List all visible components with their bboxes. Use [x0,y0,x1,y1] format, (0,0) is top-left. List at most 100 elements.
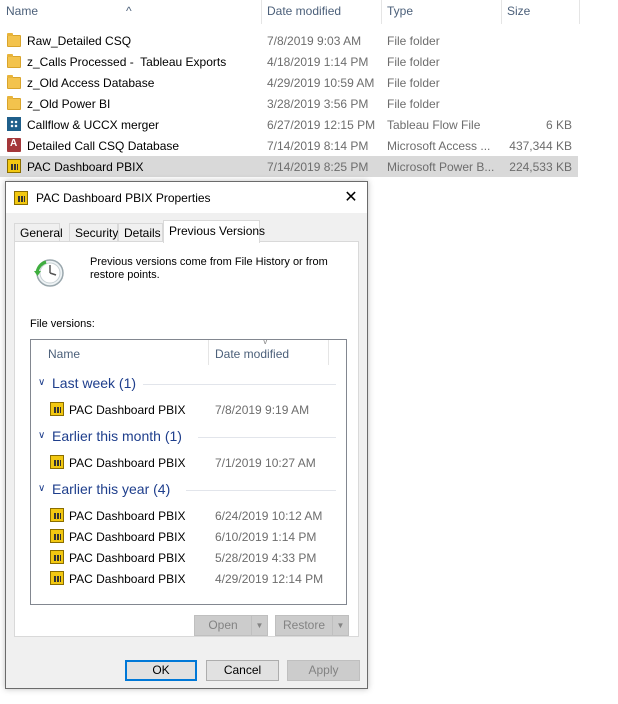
group-label: Earlier this month (1) [52,428,182,444]
version-row[interactable]: PAC Dashboard PBIX 6/10/2019 1:14 PM [31,526,346,547]
tab-security[interactable]: Security [69,223,118,242]
file-type: File folder [387,34,440,48]
file-size: 224,533 KB [509,160,572,174]
version-date: 4/29/2019 12:14 PM [215,572,324,586]
version-group[interactable]: ∨ Last week (1) [31,373,346,395]
folder-icon [7,33,21,47]
power-bi-icon [50,508,64,522]
version-name: PAC Dashboard PBIX [69,530,186,544]
tab-previous-versions[interactable]: Previous Versions [163,220,265,243]
file-size: 437,344 KB [509,139,572,153]
power-bi-icon [7,159,21,173]
file-row[interactable]: Callflow & UCCX merger 6/27/2019 12:15 P… [0,114,578,135]
ok-button[interactable]: OK [125,660,197,681]
dialog-title: PAC Dashboard PBIX Properties [36,191,211,205]
column-size-header[interactable]: Size [507,4,530,18]
previous-versions-panel: Previous versions come from File History… [14,241,359,637]
chevron-down-icon[interactable]: ∨ [38,377,45,388]
column-divider[interactable] [501,0,502,24]
version-row[interactable]: PAC Dashboard PBIX 5/28/2019 4:33 PM [31,547,346,568]
version-row[interactable]: PAC Dashboard PBIX 7/8/2019 9:19 AM [31,399,346,420]
file-name: z_Old Power BI [27,97,111,111]
group-divider [186,490,336,491]
file-row[interactable]: z_Old Power BI 3/28/2019 3:56 PM File fo… [0,93,578,114]
file-date: 7/8/2019 9:03 AM [267,34,362,48]
tableau-flow-icon [7,117,21,131]
dialog-title-bar[interactable]: PAC Dashboard PBIX Properties ✕ [6,182,367,213]
file-row[interactable]: z_Old Access Database 4/29/2019 10:59 AM… [0,72,578,93]
dropdown-arrow-icon[interactable]: ▼ [332,616,348,635]
column-date-header[interactable]: Date modified [267,4,341,18]
group-divider [198,437,336,438]
version-row[interactable]: PAC Dashboard PBIX 6/24/2019 10:12 AM [31,505,346,526]
intro-text: Previous versions come from File History… [90,256,328,281]
column-divider[interactable] [261,0,262,24]
version-name: PAC Dashboard PBIX [69,509,186,523]
version-group[interactable]: ∨ Earlier this month (1) [31,426,346,448]
file-date: 7/14/2019 8:14 PM [267,139,369,153]
folder-icon [7,54,21,68]
file-type: Tableau Flow File [387,118,481,132]
group-divider [143,384,336,385]
column-name-header[interactable]: Name [6,4,38,18]
file-date: 6/27/2019 12:15 PM [267,118,376,132]
power-bi-icon [50,550,64,564]
version-name: PAC Dashboard PBIX [69,551,186,565]
sort-caret-icon: ^ [126,4,132,18]
version-row[interactable]: PAC Dashboard PBIX 7/1/2019 10:27 AM [31,452,346,473]
cancel-button[interactable]: Cancel [206,660,279,681]
file-row-selected[interactable]: PAC Dashboard PBIX 7/14/2019 8:25 PM Mic… [0,156,578,177]
open-button[interactable]: Open ▼ [194,615,268,636]
file-date: 3/28/2019 3:56 PM [267,97,369,111]
tab-general[interactable]: General [14,223,63,242]
power-bi-icon [50,402,64,416]
file-type: File folder [387,76,440,90]
file-size: 6 KB [545,118,572,132]
versions-list[interactable]: Name v Date modified ∨ Last week (1) PAC… [30,339,347,605]
version-date: 6/10/2019 1:14 PM [215,530,317,544]
group-label: Last week (1) [52,375,137,391]
file-name: Detailed Call CSQ Database [27,139,180,153]
versions-date-header[interactable]: Date modified [215,347,289,361]
version-date: 6/24/2019 10:12 AM [215,509,323,523]
file-row[interactable]: Raw_Detailed CSQ 7/8/2019 9:03 AM File f… [0,30,578,51]
file-row[interactable]: z_Calls Processed - Tableau Exports 4/18… [0,51,578,72]
power-bi-icon [14,191,28,205]
version-group[interactable]: ∨ Earlier this year (4) [31,479,346,501]
power-bi-icon [50,571,64,585]
power-bi-icon [50,455,64,469]
file-type: File folder [387,55,440,69]
file-versions-label: File versions: [30,318,95,330]
file-name: PAC Dashboard PBIX [27,160,144,174]
file-date: 4/29/2019 10:59 AM [267,76,375,90]
dropdown-arrow-icon[interactable]: ▼ [251,616,267,635]
column-header: ^ Name Date modified Type Size [0,0,580,24]
column-divider[interactable] [381,0,382,24]
version-row[interactable]: PAC Dashboard PBIX 4/29/2019 12:14 PM [31,568,346,589]
restore-button[interactable]: Restore ▼ [275,615,349,636]
apply-button[interactable]: Apply [287,660,360,681]
open-button-label: Open [208,618,238,632]
file-row[interactable]: Detailed Call CSQ Database 7/14/2019 8:1… [0,135,578,156]
file-name: Callflow & UCCX merger [27,118,160,132]
file-name: z_Calls Processed - Tableau Exports [27,55,227,69]
chevron-down-icon[interactable]: ∨ [38,430,45,441]
folder-icon [7,75,21,89]
close-icon[interactable]: ✕ [335,182,367,213]
power-bi-icon [50,529,64,543]
properties-dialog: PAC Dashboard PBIX Properties ✕ General … [5,181,368,689]
chevron-down-icon[interactable]: ∨ [38,483,45,494]
column-divider[interactable] [328,340,329,365]
version-name: PAC Dashboard PBIX [69,403,186,417]
file-date: 4/18/2019 1:14 PM [267,55,369,69]
file-type: Microsoft Power B... [387,160,495,174]
version-date: 7/1/2019 10:27 AM [215,456,316,470]
column-divider[interactable] [208,340,209,365]
tab-details[interactable]: Details [118,223,163,242]
file-date: 7/14/2019 8:25 PM [267,160,369,174]
column-divider[interactable] [579,0,580,24]
restore-button-label: Restore [282,618,326,632]
version-name: PAC Dashboard PBIX [69,456,186,470]
versions-name-header[interactable]: Name [48,347,80,361]
column-type-header[interactable]: Type [387,4,413,18]
